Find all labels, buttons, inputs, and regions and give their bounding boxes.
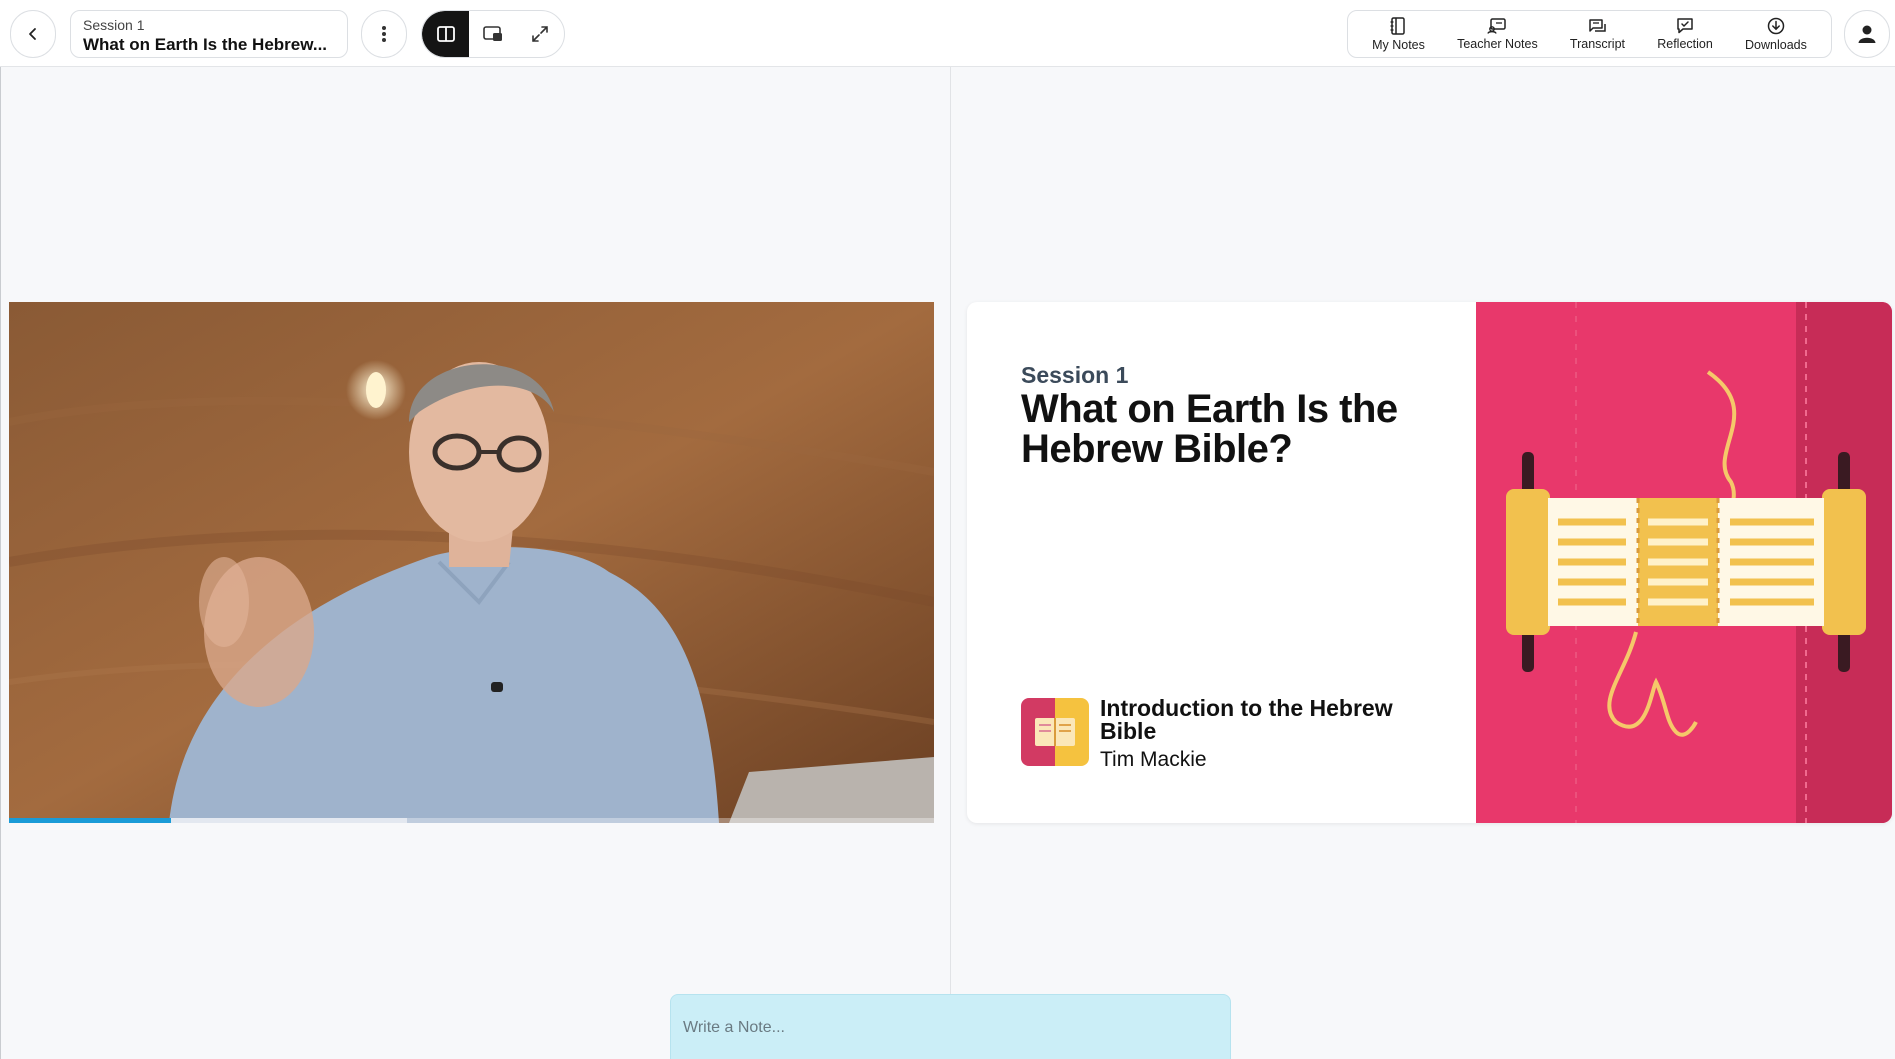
chevron-left-icon bbox=[29, 28, 36, 40]
video-frame bbox=[9, 302, 934, 823]
scroll-illustration bbox=[1476, 302, 1892, 823]
teacher-notes-icon bbox=[1487, 17, 1507, 34]
transcript-label: Transcript bbox=[1569, 36, 1626, 51]
write-note-input[interactable]: Write a Note... bbox=[670, 994, 1231, 1059]
video-player[interactable] bbox=[9, 302, 934, 823]
back-button[interactable] bbox=[10, 10, 56, 58]
split-view-button[interactable] bbox=[422, 11, 470, 57]
split-view-icon bbox=[436, 26, 455, 42]
my-notes-label: My Notes bbox=[1372, 37, 1425, 52]
card-title: What on Earth Is the Hebrew Bible? bbox=[1021, 387, 1398, 471]
played-range bbox=[9, 818, 171, 823]
view-mode-group bbox=[421, 10, 565, 58]
profile-button[interactable] bbox=[1844, 10, 1890, 58]
download-icon bbox=[1767, 17, 1785, 34]
reflection-button[interactable]: Reflection bbox=[1651, 11, 1719, 57]
my-notes-button[interactable]: My Notes bbox=[1366, 11, 1431, 57]
session-title: What on Earth Is the Hebrew... bbox=[83, 35, 328, 54]
picture-in-picture-button[interactable] bbox=[469, 11, 516, 57]
teacher-notes-label: Teacher Notes bbox=[1457, 36, 1538, 51]
picture-in-picture-icon bbox=[483, 26, 502, 41]
pane-divider[interactable] bbox=[950, 67, 951, 1059]
card-session-label: Session 1 bbox=[1021, 362, 1129, 388]
course-book-icon bbox=[1021, 698, 1089, 766]
course-author: Tim Mackie bbox=[1100, 748, 1207, 771]
reflection-label: Reflection bbox=[1657, 37, 1713, 51]
course-title: Introduction to the Hebrew Bible bbox=[1100, 695, 1393, 744]
teacher-notes-button[interactable]: Teacher Notes bbox=[1451, 11, 1544, 57]
more-options-button[interactable] bbox=[361, 10, 407, 58]
more-vertical-icon bbox=[382, 26, 386, 42]
fullscreen-button[interactable] bbox=[517, 11, 564, 57]
reflection-icon bbox=[1677, 18, 1693, 34]
session-card: Session 1 What on Earth Is the Hebrew Bi… bbox=[967, 302, 1892, 823]
notebook-icon bbox=[1390, 16, 1406, 35]
session-title-pill[interactable]: Session 1 What on Earth Is the Hebrew... bbox=[70, 10, 348, 58]
transcript-icon bbox=[1589, 18, 1607, 32]
transcript-button[interactable]: Transcript bbox=[1564, 11, 1631, 57]
session-label: Session 1 bbox=[83, 17, 145, 33]
downloads-label: Downloads bbox=[1745, 37, 1807, 52]
tools-toolbar: My Notes Teacher Notes Transcript Reflec… bbox=[1347, 10, 1832, 58]
left-edge bbox=[0, 67, 1, 1059]
user-icon bbox=[1858, 25, 1876, 43]
expand-icon bbox=[532, 26, 549, 42]
video-progress-bar[interactable] bbox=[9, 818, 934, 823]
top-bar: Session 1 What on Earth Is the Hebrew...… bbox=[0, 0, 1895, 67]
downloads-button[interactable]: Downloads bbox=[1739, 11, 1813, 57]
